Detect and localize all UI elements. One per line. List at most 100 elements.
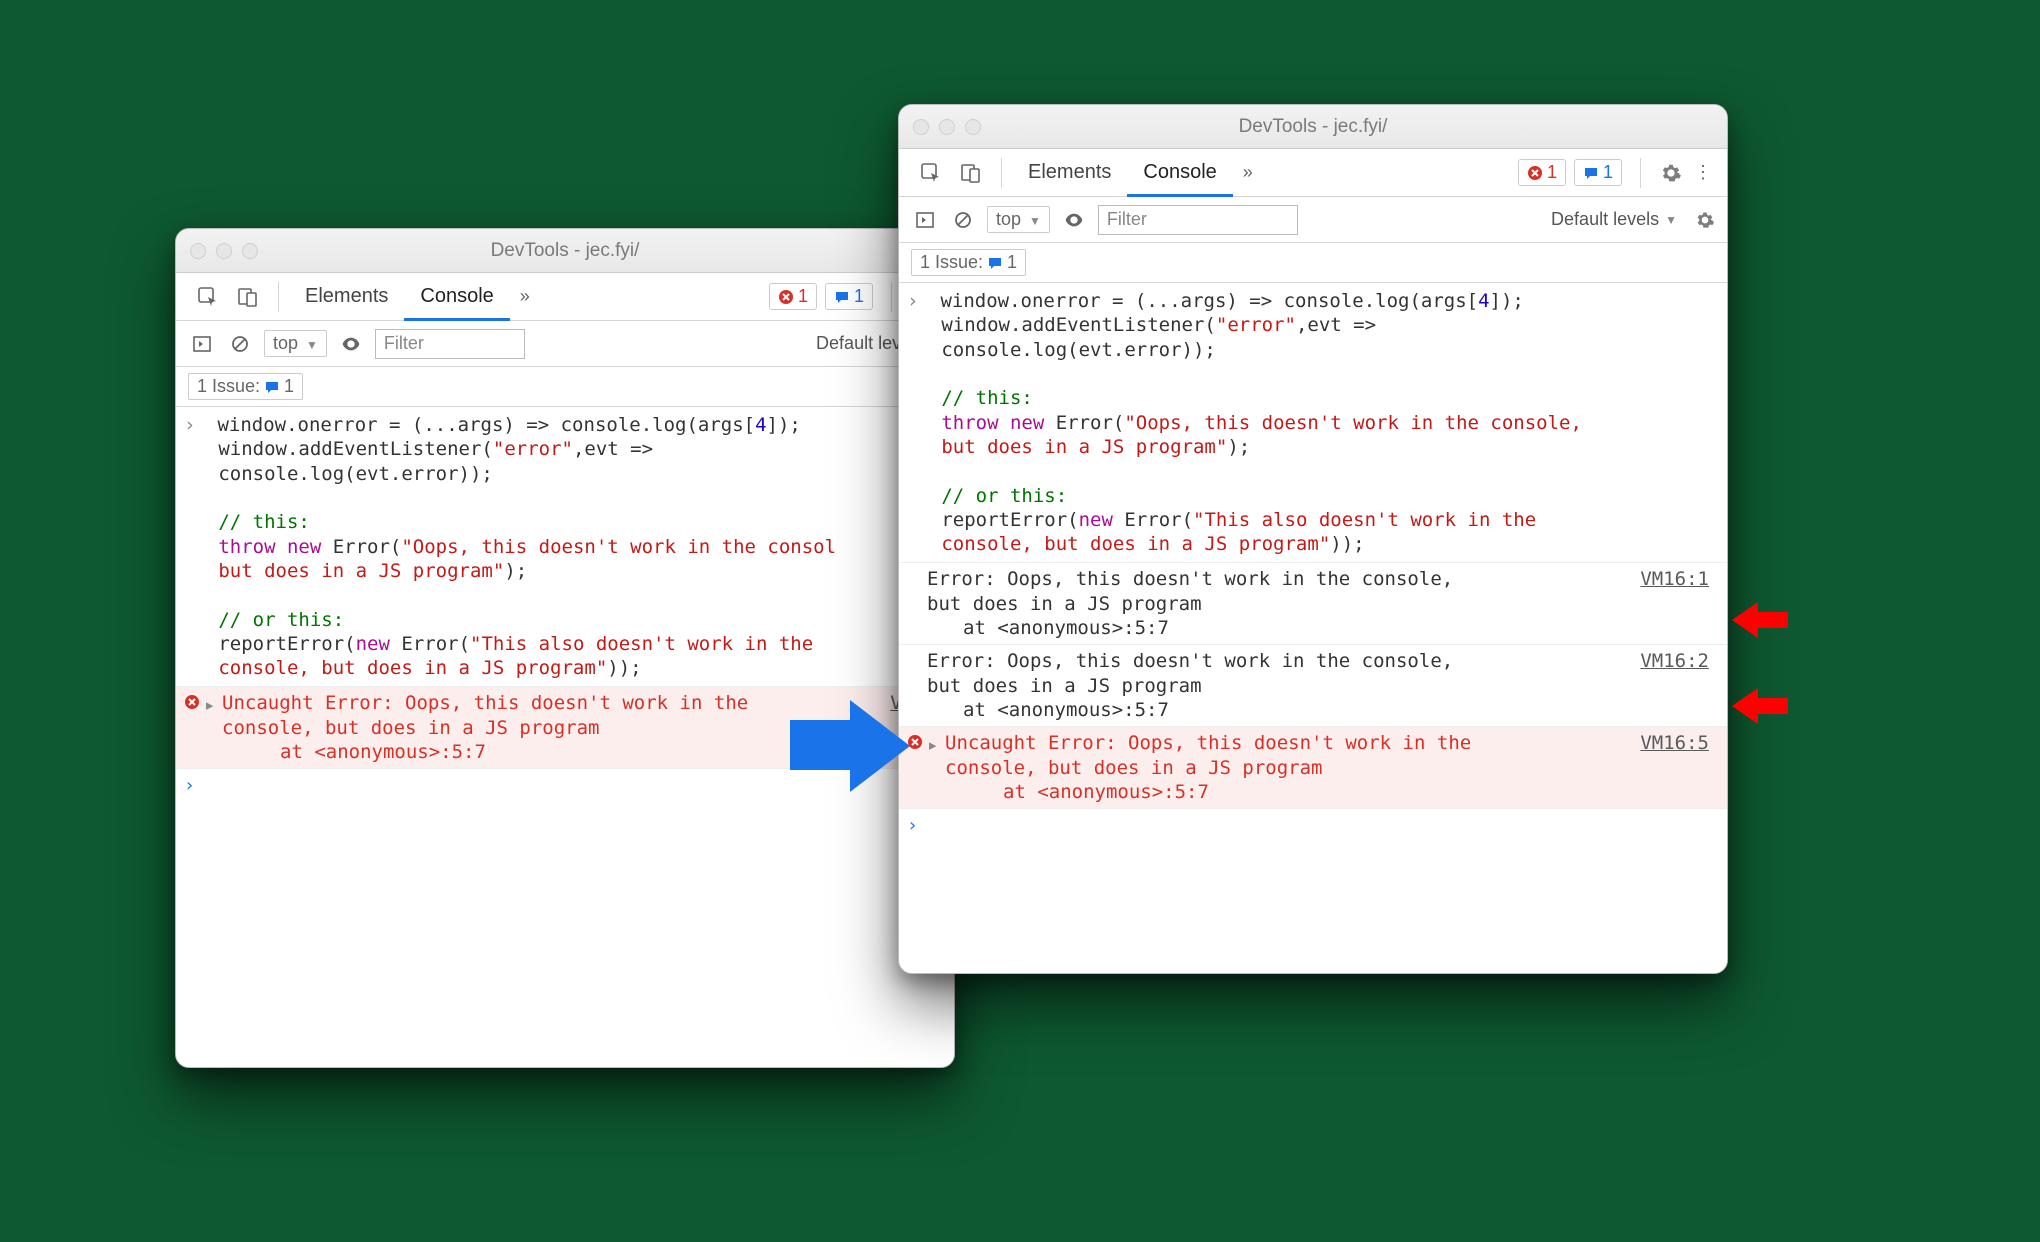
issues-count: 1 [284,376,294,397]
log-text: Error: Oops, this doesn't work in the co… [927,650,1453,672]
red-arrow-annotation [1732,688,1788,724]
code-keyword: throw new [218,536,321,558]
filter-input[interactable] [375,329,525,359]
expand-caret-icon[interactable]: ▸ [927,733,938,757]
tab-console[interactable]: Console [1127,149,1232,197]
filter-input[interactable] [1098,205,1298,235]
code-text: ,evt => [573,438,653,460]
error-text: console, but does in a JS program [945,757,1323,779]
context-selector[interactable]: top [987,206,1050,233]
inspect-icon[interactable] [911,156,951,190]
live-expression-icon[interactable] [1060,209,1088,231]
console-content: › window.onerror = (...args) => console.… [899,283,1727,973]
code-text: ,evt => [1296,314,1376,336]
more-tabs-icon[interactable]: » [510,280,540,314]
message-icon [264,379,280,395]
window-title: DevTools - jec.fyi/ [899,116,1727,138]
tab-elements[interactable]: Elements [289,273,404,321]
error-text: console, but does in a JS program [222,717,600,739]
console-prompt[interactable]: › [899,808,1727,842]
message-count: 1 [854,286,864,307]
source-link[interactable]: VM16:1 [1640,567,1709,591]
code-text: window.addEventListener( [218,438,493,460]
inspect-icon[interactable] [188,280,228,314]
code-text: ]); [767,414,801,436]
issues-count: 1 [1007,252,1017,273]
code-text: Error( [321,536,401,558]
error-count-badge[interactable]: 1 [1518,159,1566,186]
issues-pill[interactable]: 1 Issue: 1 [911,249,1026,276]
code-text: window.addEventListener( [941,314,1216,336]
code-string: "Oops, this doesn't work in the consol [401,536,836,558]
source-link[interactable]: VM16:2 [1640,649,1709,673]
close-dot[interactable] [913,119,929,135]
context-selector[interactable]: top [264,330,327,357]
issues-label: 1 Issue: [920,252,983,273]
traffic-lights [913,119,981,135]
console-log-row[interactable]: VM16:2 Error: Oops, this doesn't work in… [899,644,1727,726]
device-toggle-icon[interactable] [228,280,268,314]
more-tabs-icon[interactable]: » [1233,156,1263,190]
log-levels-selector[interactable]: Default levels [1551,209,1677,230]
error-icon [1527,165,1543,181]
console-error-row[interactable]: ▸ VM16:5 Uncaught Error: Oops, this does… [899,726,1727,808]
code-text: reportError( [218,633,355,655]
zoom-dot[interactable] [965,119,981,135]
window-titlebar: DevTools - jec.fyi/ [176,229,954,273]
gear-icon[interactable] [1651,156,1691,190]
minimize-dot[interactable] [216,243,232,259]
expand-caret-icon[interactable]: ▸ [204,693,215,717]
code-string: but does in a JS program" [941,436,1227,458]
tab-elements[interactable]: Elements [1012,149,1127,197]
message-count: 1 [1603,162,1613,183]
tab-console[interactable]: Console [404,273,509,321]
code-text: Error( [1044,412,1124,434]
gear-icon[interactable] [1695,210,1715,230]
more-vertical-icon[interactable]: ⋮ [1691,162,1715,183]
log-text: Error: Oops, this doesn't work in the co… [927,568,1453,590]
code-text: window.onerror = (...args) => console.lo… [940,290,1478,312]
message-icon [834,289,850,305]
show-console-icon[interactable] [188,335,216,353]
error-count-badge[interactable]: 1 [769,283,817,310]
issues-pill[interactable]: 1 Issue: 1 [188,373,303,400]
code-text: Error( [390,633,470,655]
code-text: console.log(evt.error)); [941,339,1216,361]
console-input-history: › window.onerror = (...args) => console.… [899,283,1727,562]
device-toggle-icon[interactable] [951,156,991,190]
stack-line: at <anonymous>:5:7 [927,616,1709,640]
issues-label: 1 Issue: [197,376,260,397]
code-string: but does in a JS program" [218,560,504,582]
code-text: )); [1330,533,1364,555]
zoom-dot[interactable] [242,243,258,259]
code-keyword: new [356,633,390,655]
error-count: 1 [1547,162,1557,183]
clear-console-icon[interactable] [226,335,254,353]
console-input-history: › window.onerror = (...args) => console.… [176,407,954,686]
code-text: ); [504,560,527,582]
message-icon [987,255,1003,271]
code-text: ); [1227,436,1250,458]
code-string: console, but does in a JS program" [941,533,1330,555]
error-text: Uncaught Error: Oops, this doesn't work … [945,732,1471,754]
blue-arrow-annotation [790,700,910,792]
live-expression-icon[interactable] [337,333,365,355]
code-string: "error" [1216,314,1296,336]
clear-console-icon[interactable] [949,211,977,229]
code-comment: // or this: [218,609,344,631]
tab-strip: Elements Console » 1 1 ⋮ [899,149,1727,197]
code-text: ]); [1490,290,1524,312]
code-string: "Oops, this doesn't work in the console, [1124,412,1582,434]
traffic-lights [190,243,258,259]
minimize-dot[interactable] [939,119,955,135]
code-number: 4 [755,414,766,436]
console-log-row[interactable]: VM16:1 Error: Oops, this doesn't work in… [899,562,1727,644]
source-link[interactable]: VM16:5 [1640,731,1709,755]
message-count-badge[interactable]: 1 [1574,159,1622,186]
code-text: console.log(evt.error)); [218,463,493,485]
close-dot[interactable] [190,243,206,259]
show-console-icon[interactable] [911,211,939,229]
message-count-badge[interactable]: 1 [825,283,873,310]
code-text: window.onerror = (...args) => console.lo… [217,414,755,436]
issues-bar: 1 Issue: 1 [899,243,1727,283]
